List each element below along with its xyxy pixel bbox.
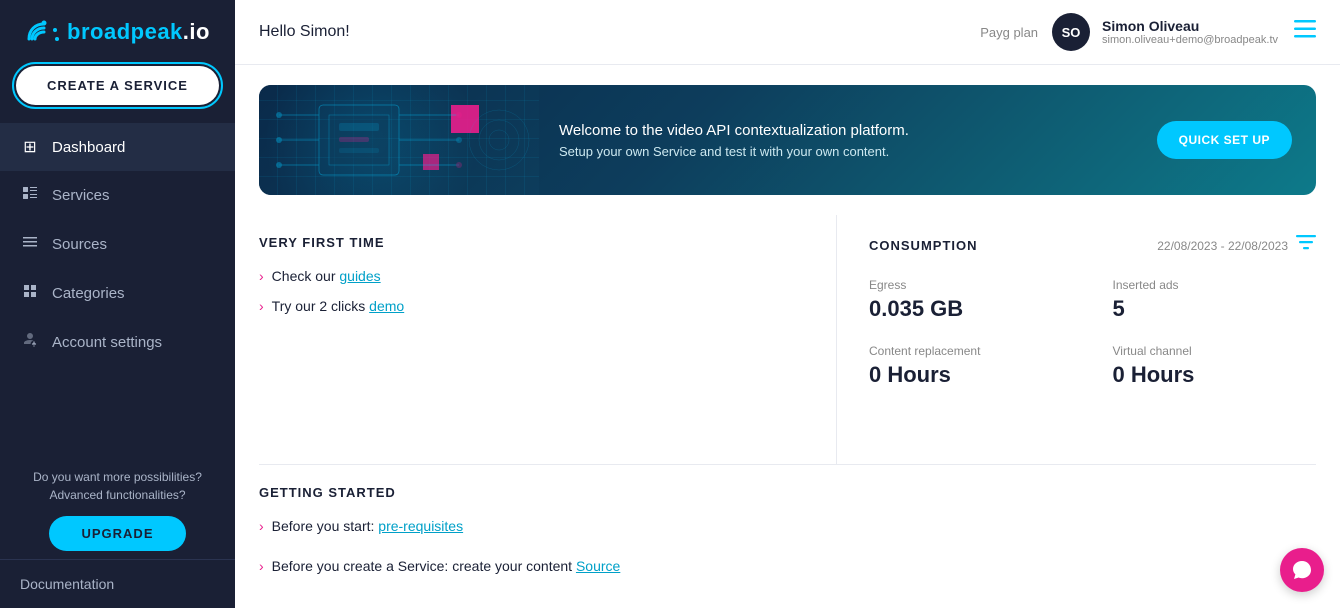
header: Hello Simon! Payg plan SO Simon Oliveau … [235, 0, 1340, 65]
inserted-ads-label: Inserted ads [1113, 278, 1317, 292]
metric-virtual-channel: Virtual channel 0 Hours [1113, 344, 1317, 388]
upgrade-button[interactable]: UPGRADE [49, 516, 185, 551]
source-link[interactable]: Source [576, 558, 620, 574]
metric-egress: Egress 0.035 GB [869, 278, 1073, 322]
content-area: VERY FIRST TIME › Check our guides › Try… [235, 215, 1340, 464]
logo-dot: .io [183, 19, 210, 44]
consumption-header: CONSUMPTION 22/08/2023 - 22/08/2023 [869, 235, 1316, 256]
upgrade-area: Do you want more possibilities? Advanced… [0, 456, 235, 559]
circuit-svg [259, 85, 539, 195]
banner-image [259, 85, 539, 195]
consumption-date: 22/08/2023 - 22/08/2023 [1157, 239, 1288, 253]
sidebar-item-account-settings[interactable]: Account settings [0, 318, 235, 367]
avatar: SO [1052, 13, 1090, 51]
sidebar-item-label-services: Services [52, 187, 110, 204]
arrow-icon-4: › [259, 558, 264, 574]
welcome-banner: Welcome to the video API contextualizati… [259, 85, 1316, 195]
main-content: Hello Simon! Payg plan SO Simon Oliveau … [235, 0, 1340, 608]
very-first-time-title: VERY FIRST TIME [259, 235, 796, 250]
create-service-button[interactable]: CREATE A SERVICE [16, 66, 219, 105]
demo-item: › Try our 2 clicks demo [259, 298, 796, 314]
metric-inserted-ads: Inserted ads 5 [1113, 278, 1317, 322]
consumption-date-area: 22/08/2023 - 22/08/2023 [1157, 235, 1316, 256]
logo-area: broadpeak.io [0, 0, 235, 56]
arrow-icon-2: › [259, 298, 264, 314]
menu-icon[interactable] [1294, 20, 1316, 44]
sidebar-item-sources[interactable]: Sources [0, 220, 235, 269]
guides-link[interactable]: guides [339, 268, 380, 284]
sidebar-item-label-sources: Sources [52, 236, 107, 253]
prereq-item: › Before you start: pre-requisites [259, 518, 1316, 534]
sources-icon [20, 234, 40, 255]
upgrade-prompt: Do you want more possibilities? Advanced… [16, 468, 219, 504]
inserted-ads-value: 5 [1113, 296, 1317, 322]
sidebar: broadpeak.io CREATE A SERVICE ⊞ Dashboar… [0, 0, 235, 608]
services-icon [20, 185, 40, 206]
content-replacement-value: 0 Hours [869, 362, 1073, 388]
email: simon.oliveau+demo@broadpeak.tv [1102, 34, 1278, 46]
virtual-channel-label: Virtual channel [1113, 344, 1317, 358]
documentation-link[interactable]: Documentation [0, 559, 235, 608]
demo-text: Try our 2 clicks demo [272, 298, 405, 314]
quick-setup-button[interactable]: QUICK SET UP [1157, 121, 1292, 159]
getting-started-title: GETTING STARTED [259, 485, 1316, 500]
getting-started-items: › Before you start: pre-requisites › Bef… [259, 518, 1316, 588]
sidebar-item-label-account-settings: Account settings [52, 334, 162, 351]
content-replacement-label: Content replacement [869, 344, 1073, 358]
arrow-icon-1: › [259, 268, 264, 284]
banner-title: Welcome to the video API contextualizati… [559, 122, 1137, 139]
plan-label: Payg plan [980, 25, 1038, 40]
very-first-time-section: VERY FIRST TIME › Check our guides › Try… [259, 215, 796, 464]
getting-started-section: GETTING STARTED › Before you start: pre-… [235, 465, 1340, 608]
egress-label: Egress [869, 278, 1073, 292]
logo-icon [25, 20, 63, 48]
consumption-grid: Egress 0.035 GB Inserted ads 5 Content r… [869, 278, 1316, 388]
chat-button[interactable] [1280, 548, 1324, 592]
egress-value: 0.035 GB [869, 296, 1073, 322]
sidebar-item-label-dashboard: Dashboard [52, 139, 125, 156]
consumption-title: CONSUMPTION [869, 238, 978, 253]
consumption-section: CONSUMPTION 22/08/2023 - 22/08/2023 Egre… [836, 215, 1316, 464]
source-text: Before you create a Service: create your… [272, 558, 621, 574]
banner-subtitle: Setup your own Service and test it with … [559, 144, 1137, 159]
greeting-text: Hello Simon! [259, 23, 350, 41]
sidebar-item-label-categories: Categories [52, 285, 125, 302]
metric-content-replacement: Content replacement 0 Hours [869, 344, 1073, 388]
guides-text: Check our guides [272, 268, 381, 284]
sidebar-nav: ⊞ Dashboard Services Sources Categories [0, 123, 235, 367]
source-item: › Before you create a Service: create yo… [259, 558, 1316, 574]
arrow-icon-3: › [259, 518, 264, 534]
dashboard-icon: ⊞ [20, 137, 40, 157]
sidebar-item-categories[interactable]: Categories [0, 269, 235, 318]
account-settings-icon [20, 332, 40, 353]
demo-link[interactable]: demo [369, 298, 404, 314]
categories-icon [20, 283, 40, 304]
sidebar-item-dashboard[interactable]: ⊞ Dashboard [0, 123, 235, 171]
virtual-channel-value: 0 Hours [1113, 362, 1317, 388]
user-info: Simon Oliveau simon.oliveau+demo@broadpe… [1102, 18, 1278, 46]
logo-text: broadpeak.io [67, 19, 210, 45]
prereq-text: Before you start: pre-requisites [272, 518, 463, 534]
username: Simon Oliveau [1102, 18, 1278, 34]
prereq-link[interactable]: pre-requisites [378, 518, 463, 534]
guides-item: › Check our guides [259, 268, 796, 284]
filter-icon[interactable] [1296, 235, 1316, 256]
sidebar-item-services[interactable]: Services [0, 171, 235, 220]
banner-text: Welcome to the video API contextualizati… [539, 122, 1157, 159]
